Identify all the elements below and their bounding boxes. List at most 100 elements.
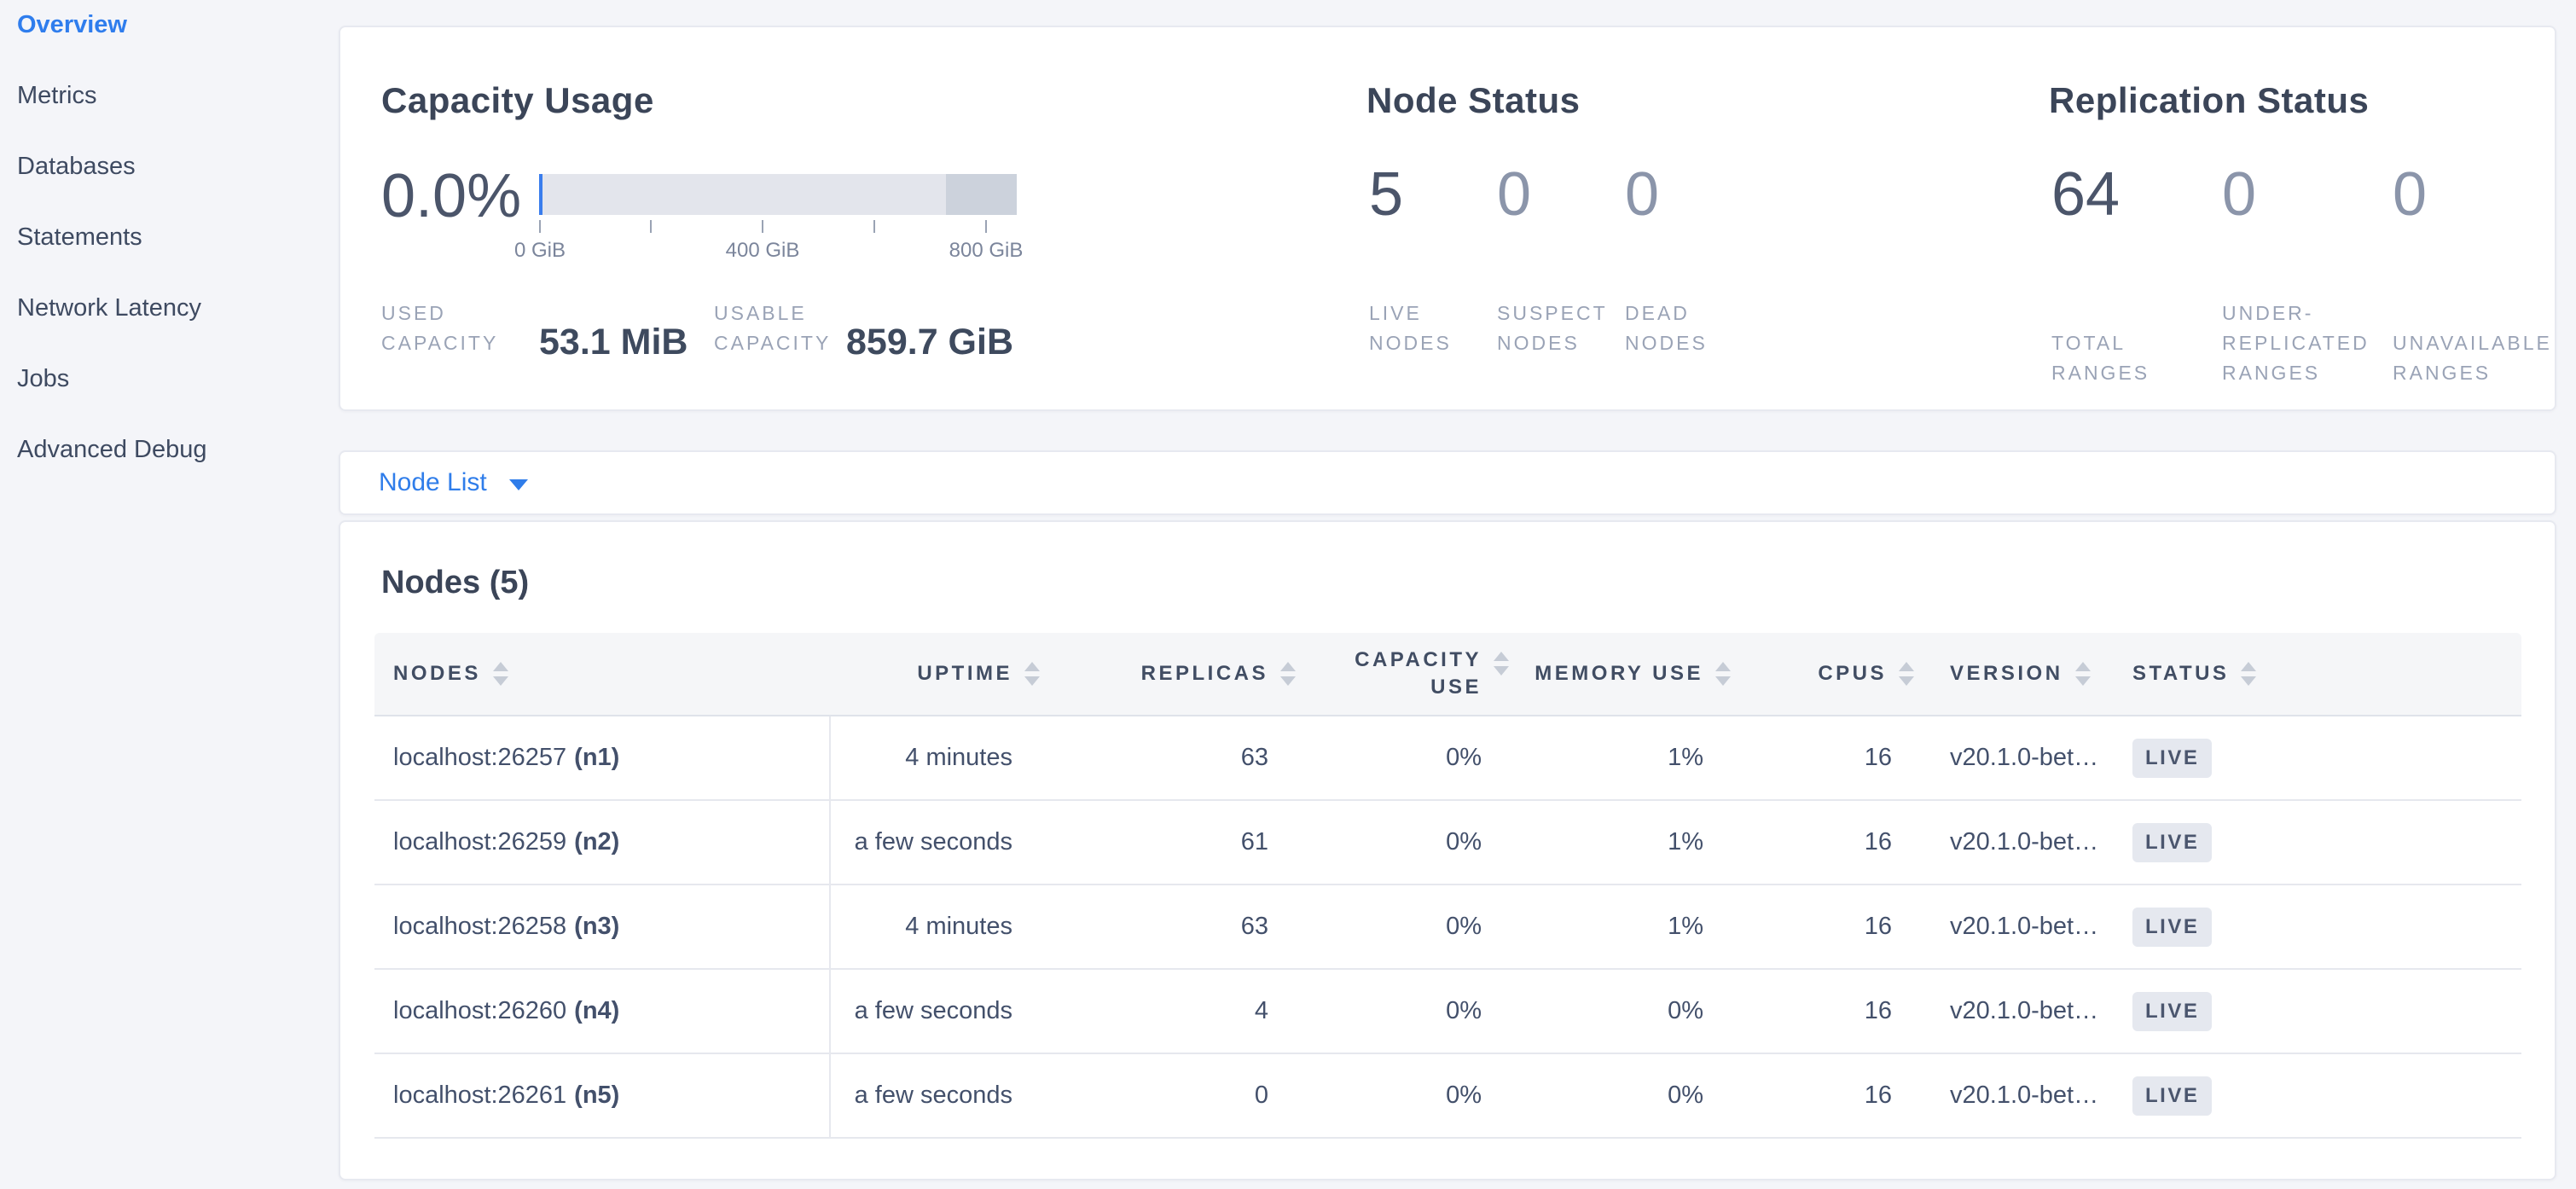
status-badge: LIVE [2132, 908, 2212, 947]
sidebar-item-overview[interactable]: Overview [0, 0, 339, 61]
axis-label-400gib: 400 GiB [711, 239, 814, 263]
unavailable-ranges-label: UNAVAILABLE RANGES [2393, 328, 2563, 392]
node-address: localhost:26260 [393, 997, 566, 1025]
node-address-cell: localhost:26260 (n4) [374, 970, 831, 1053]
memory-use-cell: 0% [1516, 1054, 1738, 1137]
node-list-dropdown-label: Node List [379, 468, 487, 497]
axis-tick [762, 220, 763, 233]
status-cell: LIVE [2109, 885, 2521, 968]
column-header-label: VERSION [1950, 662, 2063, 686]
capacity-use-cell: 0% [1303, 801, 1516, 884]
sidebar-item-jobs[interactable]: Jobs [0, 344, 339, 415]
capacity-bar-used-segment [539, 174, 542, 215]
sidebar: Overview Metrics Databases Statements Ne… [0, 0, 339, 1189]
table-row-node-4[interactable]: localhost:26260 (n4) a few seconds 4 0% … [374, 970, 2521, 1054]
node-status-labels: LIVE NODES SUSPECT NODES DEAD NODES [1369, 299, 1753, 362]
sidebar-item-statements[interactable]: Statements [0, 202, 339, 273]
uptime-cell: a few seconds [831, 1054, 1047, 1137]
cpus-cell: 16 [1738, 885, 1921, 968]
version-cell: v20.1.0-bet… [1921, 1054, 2109, 1137]
column-header-capacity-use[interactable]: CAPACITY USE [1303, 633, 1516, 715]
column-header-replicas[interactable]: REPLICAS [1047, 633, 1303, 715]
node-id: (n2) [574, 828, 619, 856]
memory-use-cell: 1% [1516, 716, 1738, 799]
version-cell: v20.1.0-bet… [1921, 970, 2109, 1053]
column-header-label: UPTIME [917, 662, 1012, 686]
column-header-label: MEMORY USE [1535, 662, 1703, 686]
capacity-used-percent: 0.0% [381, 164, 521, 229]
sidebar-item-network-latency[interactable]: Network Latency [0, 273, 339, 344]
uptime-cell: 4 minutes [831, 716, 1047, 799]
axis-tick [873, 220, 875, 233]
column-header-status[interactable]: STATUS [2109, 633, 2521, 715]
node-id: (n4) [574, 997, 619, 1025]
node-address-cell: localhost:26257 (n1) [374, 716, 831, 799]
version-cell: v20.1.0-bet… [1921, 716, 2109, 799]
node-address: localhost:26258 [393, 913, 566, 941]
cpus-cell: 16 [1738, 970, 1921, 1053]
capacity-bar-other-segment [946, 174, 1017, 215]
axis-tick [650, 220, 652, 233]
sort-icon [2241, 662, 2256, 686]
status-cell: LIVE [2109, 1054, 2521, 1137]
capacity-usage-title: Capacity Usage [381, 80, 654, 121]
capacity-use-cell: 0% [1303, 716, 1516, 799]
table-row-node-5[interactable]: localhost:26261 (n5) a few seconds 0 0% … [374, 1054, 2521, 1139]
node-list-dropdown[interactable]: Node List [340, 452, 2555, 513]
total-ranges-count: 64 [2051, 162, 2222, 227]
column-header-label: CAPACITY USE [1355, 647, 1482, 701]
suspect-nodes-label: SUSPECT NODES [1497, 299, 1625, 362]
column-header-cpus[interactable]: CPUS [1738, 633, 1921, 715]
table-row-node-3[interactable]: localhost:26258 (n3) 4 minutes 63 0% 1% … [374, 885, 2521, 970]
dead-nodes-label: DEAD NODES [1625, 299, 1753, 362]
memory-use-cell: 1% [1516, 801, 1738, 884]
node-status-numbers: 5 0 0 [1369, 162, 1753, 227]
sort-icon [1280, 662, 1296, 686]
sidebar-nav-list: Overview Metrics Databases Statements Ne… [0, 0, 339, 485]
capacity-bar [539, 174, 1017, 215]
column-header-version[interactable]: VERSION [1921, 633, 2109, 715]
used-capacity-value: 53.1 MiB [539, 322, 710, 362]
under-replicated-ranges-count: 0 [2222, 162, 2393, 227]
version-cell: v20.1.0-bet… [1921, 801, 2109, 884]
status-cell: LIVE [2109, 970, 2521, 1053]
sort-icon [1715, 662, 1731, 686]
unavailable-ranges-count: 0 [2393, 162, 2563, 227]
axis-label-0gib: 0 GiB [489, 239, 591, 263]
cpus-cell: 16 [1738, 801, 1921, 884]
status-badge: LIVE [2132, 1076, 2212, 1116]
replicas-cell: 61 [1047, 801, 1303, 884]
nodes-table: NODES UPTIME REPLICAS CAPACITY USE MEMOR… [374, 633, 2521, 1139]
sidebar-item-advanced-debug[interactable]: Advanced Debug [0, 415, 339, 485]
node-address: localhost:26257 [393, 744, 566, 772]
node-address: localhost:26259 [393, 828, 566, 856]
capacity-bar-axis: 0 GiB 400 GiB 800 GiB [539, 220, 1017, 259]
column-header-nodes[interactable]: NODES [374, 633, 831, 715]
column-header-uptime[interactable]: UPTIME [831, 633, 1047, 715]
node-address-cell: localhost:26259 (n2) [374, 801, 831, 884]
sort-icon [2075, 662, 2091, 686]
column-header-memory-use[interactable]: MEMORY USE [1516, 633, 1738, 715]
memory-use-cell: 0% [1516, 970, 1738, 1053]
node-address-cell: localhost:26261 (n5) [374, 1054, 831, 1137]
dead-nodes-count: 0 [1625, 162, 1753, 227]
axis-label-800gib: 800 GiB [935, 239, 1037, 263]
sidebar-item-metrics[interactable]: Metrics [0, 61, 339, 131]
uptime-cell: a few seconds [831, 801, 1047, 884]
table-row-node-1[interactable]: localhost:26257 (n1) 4 minutes 63 0% 1% … [374, 716, 2521, 801]
chevron-down-icon [509, 479, 528, 490]
live-nodes-label: LIVE NODES [1369, 299, 1497, 362]
capacity-use-cell: 0% [1303, 970, 1516, 1053]
node-id: (n3) [574, 913, 619, 941]
replicas-cell: 0 [1047, 1054, 1303, 1137]
column-header-label: REPLICAS [1141, 662, 1268, 686]
replication-status-numbers: 64 0 0 [2051, 162, 2563, 227]
sort-icon [1024, 662, 1040, 686]
status-cell: LIVE [2109, 716, 2521, 799]
node-list-selector-card: Node List [339, 450, 2556, 515]
usable-capacity-label: USABLE CAPACITY [714, 299, 832, 362]
table-row-node-2[interactable]: localhost:26259 (n2) a few seconds 61 0%… [374, 801, 2521, 885]
sidebar-item-databases[interactable]: Databases [0, 131, 339, 202]
capacity-bar-chart: 0 GiB 400 GiB 800 GiB [539, 174, 1017, 259]
node-address-cell: localhost:26258 (n3) [374, 885, 831, 968]
